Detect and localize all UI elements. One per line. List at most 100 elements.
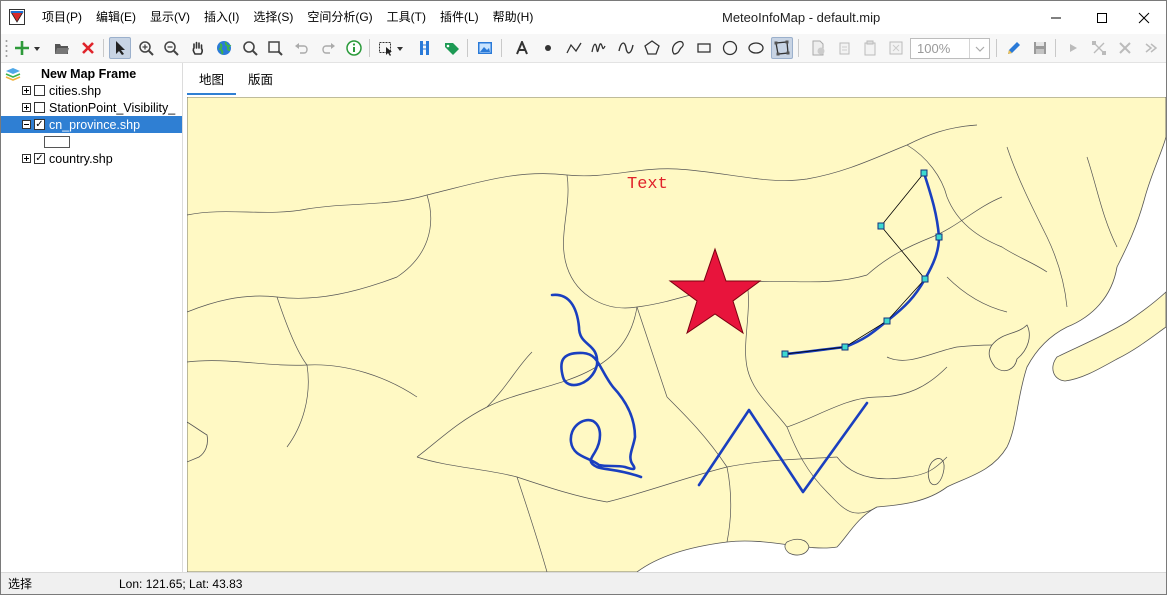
layer-visibility-checkbox[interactable]: ✓: [34, 153, 45, 164]
zoom-out-button[interactable]: [160, 37, 182, 59]
expand-toggle[interactable]: [22, 154, 31, 163]
point-tool-button[interactable]: [537, 37, 559, 59]
zoom-combo[interactable]: 100%: [910, 38, 990, 59]
new-layer-button[interactable]: [807, 37, 829, 59]
add-layer-button[interactable]: [13, 37, 43, 59]
play-button[interactable]: [1062, 37, 1084, 59]
menu-bar: 项目(P) 编辑(E) 显示(V) 插入(I) 选择(S) 空间分析(G) 工具…: [35, 1, 540, 34]
zoom-in-button[interactable]: [135, 37, 157, 59]
vertex-handle[interactable]: [877, 222, 885, 230]
measure-button[interactable]: [414, 37, 436, 59]
vertex-handle[interactable]: [883, 317, 891, 325]
zoom-value: 100%: [917, 41, 951, 56]
expand-toggle[interactable]: [22, 86, 31, 95]
open-button[interactable]: [51, 37, 73, 59]
circle-icon: [722, 40, 738, 56]
pencil-edit-icon: [1008, 42, 1020, 54]
tree-map-frame[interactable]: New Map Frame: [1, 65, 182, 82]
picture-icon: [478, 42, 492, 54]
tab-layout-view[interactable]: 版面: [236, 67, 285, 95]
close-x-icon: [1119, 42, 1131, 54]
curve-icon: [618, 42, 634, 54]
layer-visibility-checkbox[interactable]: [34, 102, 45, 113]
full-extent-button[interactable]: [213, 37, 235, 59]
expand-toggle[interactable]: [22, 103, 31, 112]
point-icon: [545, 45, 551, 51]
menu-project[interactable]: 项目(P): [35, 1, 89, 34]
ellipse-tool-button[interactable]: [745, 37, 767, 59]
menu-select[interactable]: 选择(S): [246, 1, 300, 34]
undo-icon: [295, 43, 308, 54]
freehand-polygon-tool-button[interactable]: [667, 37, 689, 59]
tree-layer-cn-province[interactable]: ✓ cn_province.shp: [1, 116, 182, 133]
select-tool-button[interactable]: [109, 37, 131, 59]
more-button[interactable]: [1140, 37, 1162, 59]
tree-layer-country[interactable]: ✓ country.shp: [1, 150, 182, 167]
hainan-island: [784, 538, 810, 556]
rectangle-tool-button[interactable]: [693, 37, 715, 59]
select-arrow-icon: [116, 41, 125, 55]
save-edit-button[interactable]: [1029, 37, 1051, 59]
vertex-handle[interactable]: [921, 275, 929, 283]
pan-button[interactable]: [187, 37, 209, 59]
label-button[interactable]: [441, 37, 463, 59]
toolbar-separator: [369, 39, 370, 57]
app-window: 项目(P) 编辑(E) 显示(V) 插入(I) 选择(S) 空间分析(G) 工具…: [0, 0, 1167, 595]
toolbar-separator: [798, 39, 799, 57]
menu-view[interactable]: 显示(V): [143, 1, 197, 34]
magnifier-icon: [243, 41, 258, 56]
tree-layer-stationpoint[interactable]: StationPoint_Visibility_: [1, 99, 182, 116]
toolbar-separator: [996, 39, 997, 57]
curve-tool-button[interactable]: [615, 37, 637, 59]
map-canvas[interactable]: Text: [187, 97, 1166, 572]
start-edit-button[interactable]: [1003, 37, 1025, 59]
circle-tool-button[interactable]: [719, 37, 741, 59]
freehand-tool-button[interactable]: [588, 37, 610, 59]
menu-tools[interactable]: 工具(T): [380, 1, 433, 34]
polyline-icon: [566, 42, 582, 54]
copy-button[interactable]: [833, 37, 855, 59]
edit-vertices-button[interactable]: [771, 37, 793, 59]
toolbar-grip: [5, 40, 8, 57]
edit-node-button[interactable]: [1088, 37, 1110, 59]
layer-visibility-checkbox[interactable]: [34, 85, 45, 96]
collapse-toggle[interactable]: [22, 120, 31, 129]
close-button[interactable]: [1121, 1, 1167, 34]
layer-visibility-checkbox[interactable]: ✓: [34, 119, 45, 130]
add-layer-icon: [15, 41, 40, 55]
polyline-tool-button[interactable]: [563, 37, 585, 59]
menu-help[interactable]: 帮助(H): [486, 1, 541, 34]
redo-button[interactable]: [317, 37, 339, 59]
minimize-icon: [1051, 17, 1061, 18]
text-tool-button[interactable]: [511, 37, 533, 59]
map-view[interactable]: Text: [187, 97, 1166, 572]
vertex-handle[interactable]: [841, 343, 849, 351]
zoom-to-rect-button[interactable]: [264, 37, 286, 59]
menu-insert[interactable]: 插入(I): [197, 1, 246, 34]
zoom-dropdown-arrow[interactable]: [969, 39, 989, 58]
maximize-button[interactable]: [1079, 1, 1125, 34]
remove-layer-button[interactable]: [77, 37, 99, 59]
polygon-tool-button[interactable]: [641, 37, 663, 59]
paste-icon: [864, 40, 876, 56]
vertex-handle[interactable]: [920, 169, 928, 177]
menu-plugins[interactable]: 插件(L): [433, 1, 486, 34]
paste-button[interactable]: [859, 37, 881, 59]
tab-map-view[interactable]: 地图: [187, 67, 237, 95]
tree-layer-cities[interactable]: cities.shp: [1, 82, 182, 99]
menu-spatial-analysis[interactable]: 空间分析(G): [300, 1, 379, 34]
menu-edit[interactable]: 编辑(E): [89, 1, 143, 34]
magnifier-button[interactable]: [239, 37, 261, 59]
layer-tree-panel: New Map Frame cities.shp StationPoint_Vi…: [1, 63, 183, 572]
select-feature-button[interactable]: [377, 37, 407, 59]
undo-button[interactable]: [291, 37, 313, 59]
identify-button[interactable]: [343, 37, 365, 59]
vertex-handle[interactable]: [935, 233, 943, 241]
map-text-label[interactable]: Text: [627, 175, 668, 194]
fit-button[interactable]: [885, 37, 907, 59]
insert-picture-button[interactable]: [474, 37, 496, 59]
delete-feature-button[interactable]: [1114, 37, 1136, 59]
minimize-button[interactable]: [1033, 1, 1079, 34]
freehand-polygon-icon: [671, 40, 684, 55]
vertex-handle[interactable]: [781, 350, 789, 358]
